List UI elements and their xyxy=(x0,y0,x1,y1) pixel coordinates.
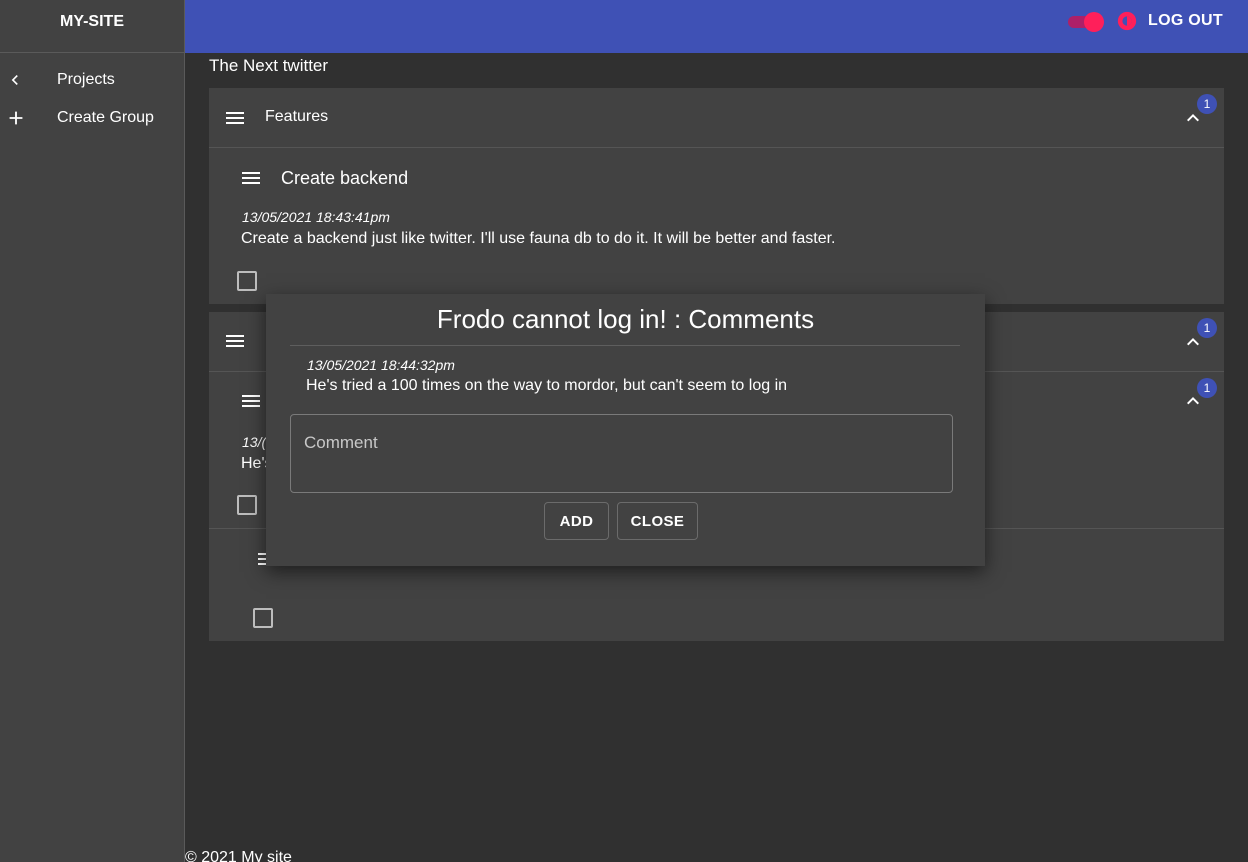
task-date: 13/05/2021 18:43:41pm xyxy=(242,209,390,225)
footer-text: © 2021 My site xyxy=(185,849,292,862)
page-title: The Next twitter xyxy=(209,56,329,75)
comment-text: He's tried a 100 times on the way to mor… xyxy=(306,377,788,394)
task-checkbox[interactable] xyxy=(237,495,257,515)
comment-date: 13/05/2021 18:44:32pm xyxy=(307,357,455,373)
count-badge: 1 xyxy=(1197,378,1217,398)
brightness-icon xyxy=(1117,11,1137,31)
logout-label: LOG OUT xyxy=(1148,12,1223,29)
close-button[interactable]: CLOSE xyxy=(617,502,698,540)
task-checkbox[interactable] xyxy=(237,271,257,291)
task-checkbox[interactable] xyxy=(253,608,273,628)
menu-icon[interactable] xyxy=(239,389,263,413)
plus-icon xyxy=(0,107,57,129)
toggle-thumb xyxy=(1084,12,1104,32)
add-button[interactable]: ADD xyxy=(544,502,609,540)
comment-input[interactable] xyxy=(290,414,953,493)
theme-toggle[interactable] xyxy=(1068,12,1104,32)
logout-button[interactable]: LOG OUT xyxy=(1116,10,1223,32)
menu-icon[interactable] xyxy=(223,106,247,130)
menu-icon[interactable] xyxy=(223,329,247,353)
sidebar-item-create-group[interactable]: Create Group xyxy=(0,99,184,137)
sidebar-item-label: Projects xyxy=(57,71,115,88)
brand-title[interactable]: MY-SITE xyxy=(0,0,184,53)
dialog-title: Frodo cannot log in! : Comments xyxy=(436,304,815,334)
app-bar: LOG OUT xyxy=(185,0,1248,53)
task-date: 13/( xyxy=(242,434,267,450)
group-card: Features 1 Create backend 13/05/2021 18:… xyxy=(209,88,1224,304)
group-header[interactable]: Features 1 xyxy=(209,88,1224,148)
sidebar-item-label: Create Group xyxy=(57,109,154,126)
group-title: Features xyxy=(265,108,329,125)
sidebar-item-projects[interactable]: Projects xyxy=(0,61,184,99)
comments-dialog: Frodo cannot log in! : Comments 13/05/20… xyxy=(266,294,985,566)
menu-icon[interactable] xyxy=(239,166,263,190)
task-description: Create a backend just like twitter. I'll… xyxy=(241,230,836,247)
chevron-left-icon xyxy=(0,70,57,90)
sidebar: MY-SITE Projects Create Group xyxy=(0,0,185,862)
task-title: Create backend xyxy=(281,168,409,188)
dialog-divider xyxy=(290,345,960,346)
count-badge: 1 xyxy=(1197,318,1217,338)
count-badge: 1 xyxy=(1197,94,1217,114)
